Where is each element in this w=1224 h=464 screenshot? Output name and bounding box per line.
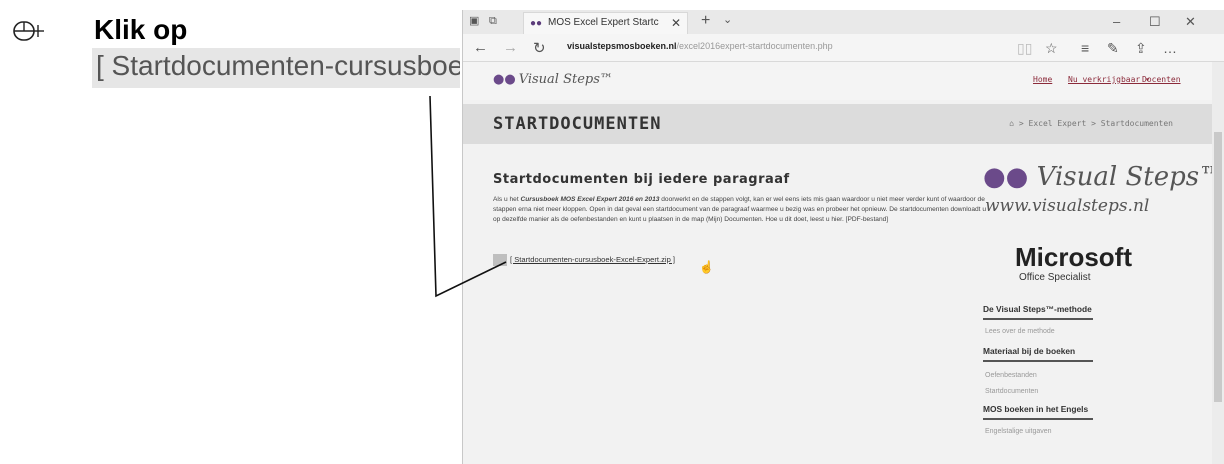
vertical-scrollbar[interactable] bbox=[1212, 62, 1224, 464]
sidebar-heading-methode: De Visual Steps™-methode bbox=[983, 304, 1092, 314]
article-body-intro: Als u het bbox=[493, 196, 521, 203]
browser-window: ▣ ⧉ ●● MOS Excel Expert Startc ✕ + ⌄ – ☐… bbox=[462, 10, 1224, 464]
sidebar-divider bbox=[983, 360, 1093, 362]
url-field[interactable]: visualstepsmosboeken.nl/excel2016expert-… bbox=[567, 41, 833, 51]
sidebar-heading-engels: MOS boeken in het Engels bbox=[983, 404, 1089, 414]
maximize-icon[interactable]: ☐ bbox=[1149, 14, 1161, 30]
page-banner: STARTDOCUMENTEN ⌂ > Excel Expert > Start… bbox=[463, 104, 1213, 144]
article-body: Als u het Cursusboek MOS Excel Expert 20… bbox=[493, 195, 993, 225]
sidebar-link-methode[interactable]: Lees over de methode bbox=[985, 328, 1055, 335]
new-tab-icon[interactable]: + bbox=[701, 12, 710, 30]
nav-home[interactable]: Home bbox=[1033, 75, 1052, 84]
share-icon[interactable]: ⇪ bbox=[1135, 40, 1147, 57]
page-title: STARTDOCUMENTEN bbox=[493, 114, 662, 134]
address-bar-row: ← → ↻ visualstepsmosboeken.nl/excel2016e… bbox=[463, 34, 1224, 62]
zip-file-icon bbox=[493, 254, 507, 266]
hand-cursor-icon: ☝ bbox=[699, 260, 714, 274]
favorite-star-icon[interactable]: ☆ bbox=[1045, 40, 1058, 57]
footprints-icon: ●● bbox=[983, 162, 1029, 192]
breadcrumb: ⌂ > Excel Expert > Startdocumenten bbox=[1009, 119, 1173, 128]
sidebar-link-oefenbestanden[interactable]: Oefenbestanden bbox=[985, 372, 1037, 379]
site-favicon-icon: ●● bbox=[530, 18, 543, 29]
step-title: Klik op bbox=[94, 14, 188, 45]
reading-view-icon[interactable]: ▯▯ bbox=[1017, 40, 1032, 57]
microsoft-logo: Microsoft bbox=[1015, 242, 1132, 272]
download-link-row[interactable]: [ Startdocumenten-cursusboek-Excel-Exper… bbox=[493, 254, 675, 266]
browser-tab[interactable]: ●● MOS Excel Expert Startc ✕ bbox=[523, 12, 688, 34]
tab-preview-icon[interactable]: ▣ bbox=[469, 15, 481, 27]
more-icon[interactable]: … bbox=[1163, 40, 1177, 56]
window-close-icon[interactable]: ✕ bbox=[1185, 14, 1196, 30]
url-path: /excel2016expert-startdocumenten.php bbox=[676, 41, 833, 51]
nav-nu-verkrijgbaar[interactable]: Nu verkrijgbaar ▾ bbox=[1068, 75, 1150, 84]
url-domain: visualstepsmosboeken.nl bbox=[567, 41, 677, 51]
article-heading: Startdocumenten bij iedere paragraaf bbox=[493, 172, 790, 187]
article-book-title: Cursusboek MOS Excel Expert 2016 en 2013 bbox=[520, 196, 660, 203]
instruction-panel: Klik op [ Startdocumenten-cursusboek-Exc… bbox=[0, 0, 460, 464]
mouse-click-icon bbox=[13, 21, 44, 41]
set-tabs-aside-icon[interactable]: ⧉ bbox=[489, 15, 501, 27]
sidebar-divider bbox=[983, 318, 1093, 320]
microsoft-subtitle: Office Specialist bbox=[1019, 272, 1091, 283]
zoomed-link-preview: [ Startdocumenten-cursusboek-Excel-Exper… bbox=[92, 48, 460, 88]
footprints-icon: ●● bbox=[493, 72, 516, 87]
zoomed-link-text: [ Startdocumenten-cursusboek-Excel-Exper… bbox=[96, 50, 460, 81]
scrollbar-thumb[interactable] bbox=[1214, 132, 1222, 402]
minimize-icon[interactable]: – bbox=[1113, 14, 1120, 29]
page-content: ●● Visual Steps™ Home Nu verkrijgbaar ▾ D… bbox=[463, 62, 1213, 464]
web-note-icon[interactable]: ✎ bbox=[1107, 40, 1119, 57]
sidebar-brand-text: Visual Steps™ bbox=[1036, 162, 1213, 192]
sidebar-brand: ●● Visual Steps™ bbox=[983, 162, 1213, 192]
sidebar-heading-materiaal: Materiaal bij de boeken bbox=[983, 346, 1076, 356]
article: Startdocumenten bij iedere paragraaf Als… bbox=[493, 172, 993, 225]
sidebar-link-startdocumenten[interactable]: Startdocumenten bbox=[985, 388, 1038, 395]
hub-icon[interactable]: ≡ bbox=[1081, 40, 1089, 56]
sidebar-brand-url: www.visualsteps.nl bbox=[985, 196, 1150, 216]
site-logo[interactable]: ●● Visual Steps™ bbox=[493, 72, 613, 87]
site-header: ●● Visual Steps™ Home Nu verkrijgbaar ▾ D… bbox=[463, 62, 1213, 100]
close-tab-icon[interactable]: ✕ bbox=[671, 16, 681, 30]
refresh-icon[interactable]: ↻ bbox=[533, 39, 546, 57]
nav-docenten[interactable]: Docenten bbox=[1142, 75, 1181, 84]
tab-title: MOS Excel Expert Startc bbox=[548, 17, 659, 28]
sidebar-link-engelstalig[interactable]: Engelstalige uitgaven bbox=[985, 428, 1052, 435]
download-link[interactable]: [ Startdocumenten-cursusboek-Excel-Exper… bbox=[510, 255, 675, 264]
forward-icon[interactable]: → bbox=[503, 39, 518, 56]
sidebar-divider bbox=[983, 418, 1093, 420]
back-icon[interactable]: ← bbox=[473, 39, 488, 56]
tab-bar: ▣ ⧉ ●● MOS Excel Expert Startc ✕ + ⌄ – ☐… bbox=[463, 10, 1224, 34]
chevron-down-icon[interactable]: ⌄ bbox=[723, 13, 732, 26]
site-logo-text: Visual Steps™ bbox=[518, 72, 613, 87]
